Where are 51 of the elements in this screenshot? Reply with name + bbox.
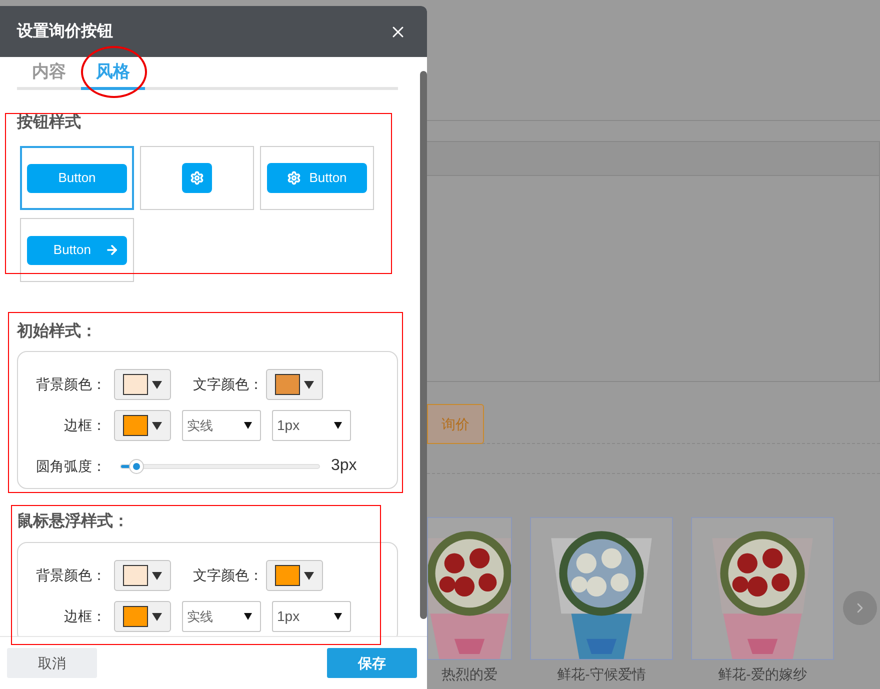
sample-button: Button (27, 164, 127, 192)
annotation-circle (81, 46, 147, 98)
gear-icon (287, 171, 302, 185)
caret-icon (152, 380, 162, 388)
caret-icon (334, 613, 342, 620)
scrollbar[interactable] (420, 71, 427, 619)
caret-icon (244, 613, 252, 620)
color-picker[interactable] (266, 560, 323, 591)
slider-handle[interactable] (128, 458, 144, 474)
caret-icon (304, 572, 314, 580)
color-picker[interactable] (114, 369, 171, 400)
color-picker[interactable] (114, 601, 171, 632)
tab[interactable]: 内容 (17, 57, 81, 90)
caret-icon (334, 422, 342, 429)
gear-icon (190, 171, 204, 185)
field-label: 文字颜色： (192, 566, 263, 585)
style-option[interactable]: Button (20, 146, 134, 210)
section-title: 初始样式： (17, 322, 98, 342)
caret-icon (152, 422, 162, 430)
field-label: 圆角弧度： (35, 456, 106, 476)
field-label: 背景颜色： (35, 566, 106, 585)
color-picker[interactable] (266, 369, 323, 400)
dropdown[interactable]: 实线 (182, 410, 261, 441)
tab[interactable]: 风格 (81, 57, 145, 90)
product-title: 鲜花-守候爱情 (557, 666, 646, 682)
caret-icon (304, 380, 314, 388)
slider-value: 3px (331, 456, 357, 476)
field-label: 背景颜色： (35, 375, 106, 394)
dropdown[interactable]: 1px (272, 410, 351, 441)
section-title: 按钮样式 (17, 113, 82, 133)
dropdown[interactable]: 实线 (182, 601, 261, 632)
color-picker[interactable] (114, 410, 171, 441)
product-title: 热烈的爱 (442, 666, 498, 682)
product-title: 鲜花-爱的嫁纱 (718, 666, 807, 682)
sample-button: Button (27, 236, 127, 264)
sample-button: Button (267, 163, 367, 193)
field-label: 文字颜色： (192, 375, 263, 394)
dropdown[interactable]: 1px (272, 601, 351, 632)
color-picker[interactable] (114, 560, 171, 591)
style-option[interactable]: Button (260, 146, 374, 210)
section-title: 鼠标悬浮样式： (17, 512, 130, 532)
field-label: 边框： (63, 607, 106, 626)
caret-icon (152, 572, 162, 580)
caret-icon (244, 422, 252, 429)
caret-icon (152, 612, 162, 620)
save-button[interactable]: 保存 (327, 648, 417, 678)
style-option[interactable] (140, 146, 254, 210)
style-option[interactable]: Button (20, 218, 134, 282)
dialog-title: 设置询价按钮 (17, 22, 113, 42)
field-label: 边框： (63, 416, 106, 435)
cancel-button[interactable]: 取消 (7, 648, 97, 678)
